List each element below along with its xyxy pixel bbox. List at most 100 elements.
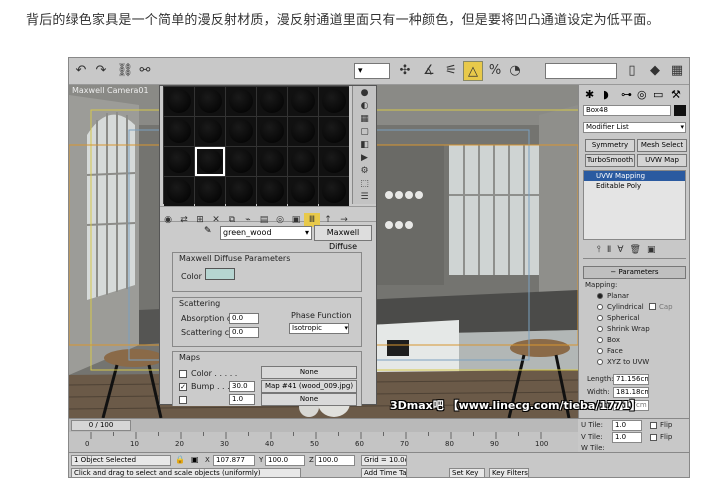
radio-planar[interactable]: Planar	[597, 292, 629, 300]
material-slot[interactable]	[226, 87, 256, 116]
utilities-tab-icon[interactable]: ⚒	[671, 88, 681, 101]
material-slot[interactable]	[226, 147, 256, 176]
material-slot[interactable]	[288, 147, 318, 176]
camera-viewport[interactable]: Maxwell Camera01 ● ◐ ▦ ▢ ◧ ▶ ⚙ ⬚ ☰ ◉ ⇄ ⊞…	[69, 85, 578, 418]
pin-stack-icon[interactable]: ⫯	[597, 245, 607, 255]
radio-xyz-to-uvw[interactable]: XYZ to UVW	[597, 358, 649, 366]
mesh-select-button[interactable]: Mesh Select	[637, 139, 687, 152]
material-slot[interactable]	[195, 117, 225, 146]
viewport-label[interactable]: Maxwell Camera01	[72, 86, 149, 95]
material-slot[interactable]	[195, 177, 225, 206]
link-icon[interactable]: ⛓	[115, 61, 135, 81]
x-coordinate[interactable]: 107.877	[213, 455, 255, 466]
hierarchy-tab-icon[interactable]: ⊶	[621, 88, 632, 101]
named-selection-dropdown[interactable]	[545, 63, 617, 79]
absolute-mode-icon[interactable]: ▣	[191, 455, 199, 464]
phase-function-dropdown[interactable]: Isotropic ▾	[289, 323, 349, 334]
show-end-icon[interactable]: Ⅱ	[607, 245, 617, 255]
configure-icon[interactable]: ▣	[647, 245, 662, 255]
material-slot[interactable]	[257, 147, 287, 176]
material-slot[interactable]	[226, 117, 256, 146]
material-slot[interactable]	[195, 87, 225, 116]
material-slot[interactable]	[257, 117, 287, 146]
mirror-icon[interactable]: ▯	[622, 61, 642, 81]
scale-tool-icon[interactable]: △	[463, 61, 483, 81]
material-navigator-icon[interactable]: ☰	[357, 192, 373, 203]
snap-toggle-icon[interactable]: ∡	[419, 61, 439, 81]
stack-item-uvw-mapping[interactable]: UVW Mapping	[584, 171, 685, 181]
material-slot[interactable]	[288, 177, 318, 206]
uvw-map-button[interactable]: UVW Map	[637, 154, 687, 167]
color-map-button[interactable]: None	[261, 366, 357, 379]
color-map-checkbox[interactable]	[179, 370, 187, 378]
y-coordinate[interactable]: 100.0	[265, 455, 305, 466]
material-slot[interactable]	[164, 177, 194, 206]
background-icon[interactable]: ▦	[357, 114, 373, 125]
bump-map-button[interactable]: Map #41 (wood_009.jpg)	[261, 380, 357, 393]
select-by-material-icon[interactable]: ⬚	[357, 179, 373, 190]
length-input[interactable]: 71.156cm	[613, 374, 649, 385]
object-color-swatch[interactable]	[674, 105, 686, 116]
modify-tab-icon[interactable]: ◗	[603, 88, 609, 101]
align-icon[interactable]: ◆	[645, 61, 665, 81]
diffuse-color-swatch[interactable]	[205, 268, 235, 280]
redo-icon[interactable]: ↷	[91, 61, 111, 81]
material-slot[interactable]	[226, 177, 256, 206]
view-dropdown[interactable]: ▾	[354, 63, 390, 79]
make-preview-icon[interactable]: ▶	[357, 153, 373, 164]
v-tile-input[interactable]: 1.0	[612, 432, 642, 443]
bump-amount-input[interactable]: 30.0	[229, 381, 255, 392]
key-filters-button[interactable]: Key Filters...	[489, 468, 529, 477]
material-name-field[interactable]: green_wood ▾	[220, 226, 312, 240]
radio-face[interactable]: Face	[597, 347, 623, 355]
options-icon[interactable]: ⚙	[357, 166, 373, 177]
snap-icon[interactable]: ✣	[395, 61, 415, 81]
radio-box[interactable]: Box	[597, 336, 620, 344]
third-map-button[interactable]: None	[261, 393, 357, 406]
third-map-checkbox[interactable]	[179, 396, 187, 404]
material-slot-selected[interactable]	[195, 147, 225, 176]
material-slot[interactable]	[319, 117, 349, 146]
angle-snap-icon[interactable]: ⚟	[441, 61, 461, 81]
spinner-snap-icon[interactable]: ◔	[505, 61, 525, 81]
pick-material-icon[interactable]: ✎	[204, 226, 212, 236]
radio-cylindrical[interactable]: Cylindrical	[597, 303, 644, 311]
cap-checkbox[interactable]	[649, 303, 656, 310]
material-slot[interactable]	[288, 87, 318, 116]
video-color-icon[interactable]: ◧	[357, 140, 373, 151]
parameters-rollout[interactable]: − Parameters	[583, 266, 686, 279]
material-slot[interactable]	[164, 87, 194, 116]
material-slot[interactable]	[319, 147, 349, 176]
display-tab-icon[interactable]: ▭	[653, 88, 663, 101]
radio-spherical[interactable]: Spherical	[597, 314, 640, 322]
material-slot[interactable]	[164, 117, 194, 146]
lock-icon[interactable]: 🔒	[175, 455, 185, 464]
material-slot[interactable]	[319, 177, 349, 206]
remove-modifier-icon[interactable]: 🗑	[630, 245, 647, 255]
material-slot[interactable]	[257, 177, 287, 206]
sample-uv-icon[interactable]: ▢	[357, 127, 373, 138]
backlight-icon[interactable]: ◐	[357, 101, 373, 112]
material-slot[interactable]	[288, 117, 318, 146]
v-flip-checkbox[interactable]	[650, 434, 657, 441]
track-bar[interactable]: 0 10 20 30 40 50 60 70 80 90 100 V Tile: 1.0 Flip …	[69, 432, 689, 452]
unlink-icon[interactable]: ⚯	[135, 61, 155, 81]
object-name-field[interactable]: Box48	[583, 105, 671, 116]
motion-tab-icon[interactable]: ◎	[637, 88, 647, 101]
turbosmooth-button[interactable]: TurboSmooth	[585, 154, 635, 167]
scattering-input[interactable]: 0.0	[229, 327, 259, 338]
sample-type-icon[interactable]: ●	[357, 88, 373, 99]
make-unique-stack-icon[interactable]: ∀	[617, 245, 629, 255]
material-slot[interactable]	[257, 87, 287, 116]
material-type-button[interactable]: Maxwell Diffuse	[314, 225, 372, 251]
u-flip-checkbox[interactable]	[650, 422, 657, 429]
material-slot[interactable]	[319, 87, 349, 116]
layer-icon[interactable]: ▦	[667, 61, 687, 81]
z-coordinate[interactable]: 100.0	[315, 455, 355, 466]
modifier-list-dropdown[interactable]: Modifier List ▾	[583, 122, 686, 133]
time-slider-thumb[interactable]: 0 / 100	[71, 420, 131, 431]
time-slider[interactable]: 0 / 100 U Tile: 1.0 Flip	[69, 418, 689, 433]
absorption-input[interactable]: 0.0	[229, 313, 259, 324]
create-tab-icon[interactable]: ✱	[585, 88, 594, 101]
set-key-button[interactable]: Set Key	[449, 468, 485, 477]
